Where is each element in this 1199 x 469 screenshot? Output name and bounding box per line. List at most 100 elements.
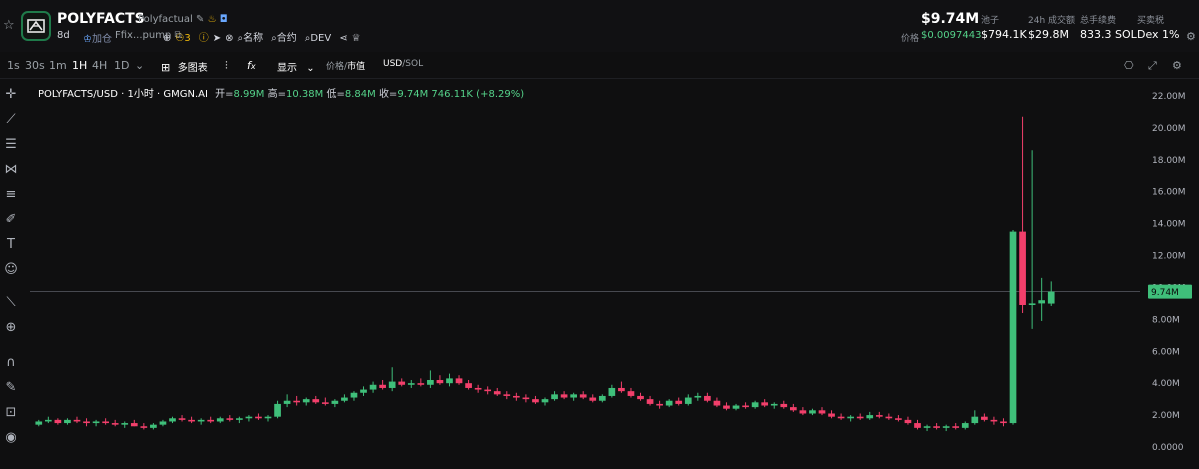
candle-body <box>933 426 940 428</box>
legend-close-label: 收= <box>378 89 398 100</box>
lock-icon[interactable]: ⊡ <box>3 405 19 421</box>
crosshair-icon[interactable]: ✛ <box>3 87 19 103</box>
toggle-price[interactable]: 价格 <box>326 62 344 72</box>
brush-icon[interactable]: ✐ <box>3 212 19 228</box>
interval-30s[interactable]: 30s <box>25 59 45 72</box>
stat-fees-value: 833.3 SOL <box>1080 28 1137 41</box>
crown-outline-icon[interactable]: ♕ <box>352 33 361 44</box>
magnet-icon[interactable]: ∩ <box>3 355 19 371</box>
candle-body <box>369 384 377 390</box>
interval-1h[interactable]: 1H <box>72 59 87 72</box>
legend-open-label: 开= <box>215 89 234 100</box>
display-dropdown[interactable]: 显示 ⌄ <box>277 59 315 74</box>
horizontal-lines-icon[interactable]: ☰ <box>3 137 19 153</box>
expand-icon[interactable]: ⤢ <box>1148 59 1157 73</box>
candle-body <box>197 419 205 422</box>
candle-body <box>789 407 797 411</box>
candle-body <box>226 418 234 420</box>
interval-1s[interactable]: 1s <box>7 59 20 72</box>
share-icon[interactable]: ⋖ <box>339 33 347 44</box>
candle-body <box>121 423 129 425</box>
interval-1m[interactable]: 1m <box>49 59 67 72</box>
candle-body <box>1038 300 1046 304</box>
candle-body <box>92 421 100 424</box>
search-contract-link[interactable]: ⌕合约 <box>271 33 301 44</box>
candle-body <box>140 426 148 428</box>
candle-body <box>321 402 329 404</box>
camera-icon[interactable]: ⎔ <box>1124 59 1134 72</box>
candle-body <box>780 403 788 408</box>
fib-levels-icon[interactable]: ≡ <box>3 187 19 203</box>
toggle-mcap[interactable]: 市值 <box>347 62 365 72</box>
candle-body <box>207 419 215 422</box>
candle-body <box>1047 291 1055 304</box>
interval-dropdown-chevron-icon[interactable]: ⌄ <box>135 59 144 72</box>
candle-body <box>102 421 109 424</box>
zoom-in-icon[interactable]: ⊕ <box>3 320 19 336</box>
function-fx-icon[interactable]: fx <box>247 59 256 72</box>
candle-body <box>560 394 568 398</box>
candle-body <box>713 400 721 406</box>
add-position-link[interactable]: ♔加仓 <box>83 30 112 45</box>
ruler-icon[interactable]: ⟍ <box>3 295 19 311</box>
search-dev-link[interactable]: ⌕DEV <box>305 33 335 44</box>
warning-icon[interactable]: ⓘ <box>199 33 209 44</box>
candlestick-chart[interactable]: 22.00M20.00M18.00M16.00M14.00M12.00M10.0… <box>30 80 1199 469</box>
trend-line-icon[interactable]: ⟋ <box>3 112 19 128</box>
multi-chart-button[interactable]: ⊞ 多图表 <box>161 59 208 74</box>
candle-body <box>302 399 310 403</box>
y-axis-tick-label: 16.00M <box>1152 188 1186 198</box>
lock-drawing-icon[interactable]: ✎ <box>3 380 19 396</box>
edit-icon[interactable]: ✎ <box>196 14 204 25</box>
display-label: 显示 <box>277 63 297 74</box>
telegram-icon[interactable]: ➤ <box>213 33 221 44</box>
stat-pool-label: 池子 <box>981 16 1000 26</box>
candle-body <box>847 416 854 419</box>
candle-body <box>465 383 472 388</box>
candle-body <box>379 384 386 388</box>
candle-body <box>971 416 979 424</box>
favorite-star-icon[interactable]: ☆ <box>3 18 15 33</box>
indicator-compare-icon[interactable]: ⫶ <box>225 59 228 73</box>
search-name-link[interactable]: ⌕名称 <box>238 33 268 44</box>
candle-body <box>866 415 874 419</box>
currency-toggle[interactable]: USD/SOL <box>383 59 423 69</box>
eye-icon[interactable]: ◉ <box>3 430 19 446</box>
candle-body <box>236 418 243 420</box>
candle-body <box>761 402 769 406</box>
candle-body <box>923 426 931 428</box>
website-globe-icon[interactable]: ⊕ <box>163 33 171 44</box>
holders-icon[interactable]: ⚇3 <box>175 33 194 44</box>
candle-body <box>513 395 520 398</box>
interval-4h[interactable]: 4H <box>92 59 107 72</box>
stat-fees-label: 总手续费 <box>1080 16 1117 26</box>
candle-body <box>44 419 52 422</box>
candle-body <box>942 426 950 428</box>
candle-body <box>570 394 577 398</box>
toggle-usd[interactable]: USD <box>383 59 402 69</box>
gear-icon[interactable]: ⚙ <box>1186 30 1196 43</box>
token-logo-mark <box>27 19 45 33</box>
candle-body <box>627 391 635 396</box>
settings-icon[interactable]: ⚙ <box>1172 59 1182 72</box>
candle-body <box>83 421 90 424</box>
text-tool-icon[interactable]: T <box>3 237 19 253</box>
toggle-sol[interactable]: SOL <box>405 59 423 69</box>
pattern-icon[interactable]: ⋈ <box>3 162 19 178</box>
candle-body <box>856 416 864 419</box>
candle-body <box>732 405 740 409</box>
emoji-icon[interactable]: ☺ <box>3 262 19 278</box>
price-mcap-toggle[interactable]: 价格/市值 <box>326 59 365 72</box>
legend-close: 9.74M <box>397 89 429 100</box>
candle-body <box>895 418 902 420</box>
stat-tax-label: 买卖税 <box>1137 16 1165 26</box>
y-axis-tick-label: 0.0000 <box>1152 443 1184 453</box>
crown-icon: ♔ <box>83 34 92 45</box>
candle-body <box>407 383 415 385</box>
legend-open: 8.99M <box>233 89 265 100</box>
token-price: $0.0097443 <box>921 30 982 41</box>
twitter-icon[interactable]: ⊗ <box>225 33 233 44</box>
interval-1d[interactable]: 1D <box>114 59 129 72</box>
y-axis-tick-label: 2.00M <box>1152 411 1180 421</box>
candle-body <box>904 419 912 424</box>
